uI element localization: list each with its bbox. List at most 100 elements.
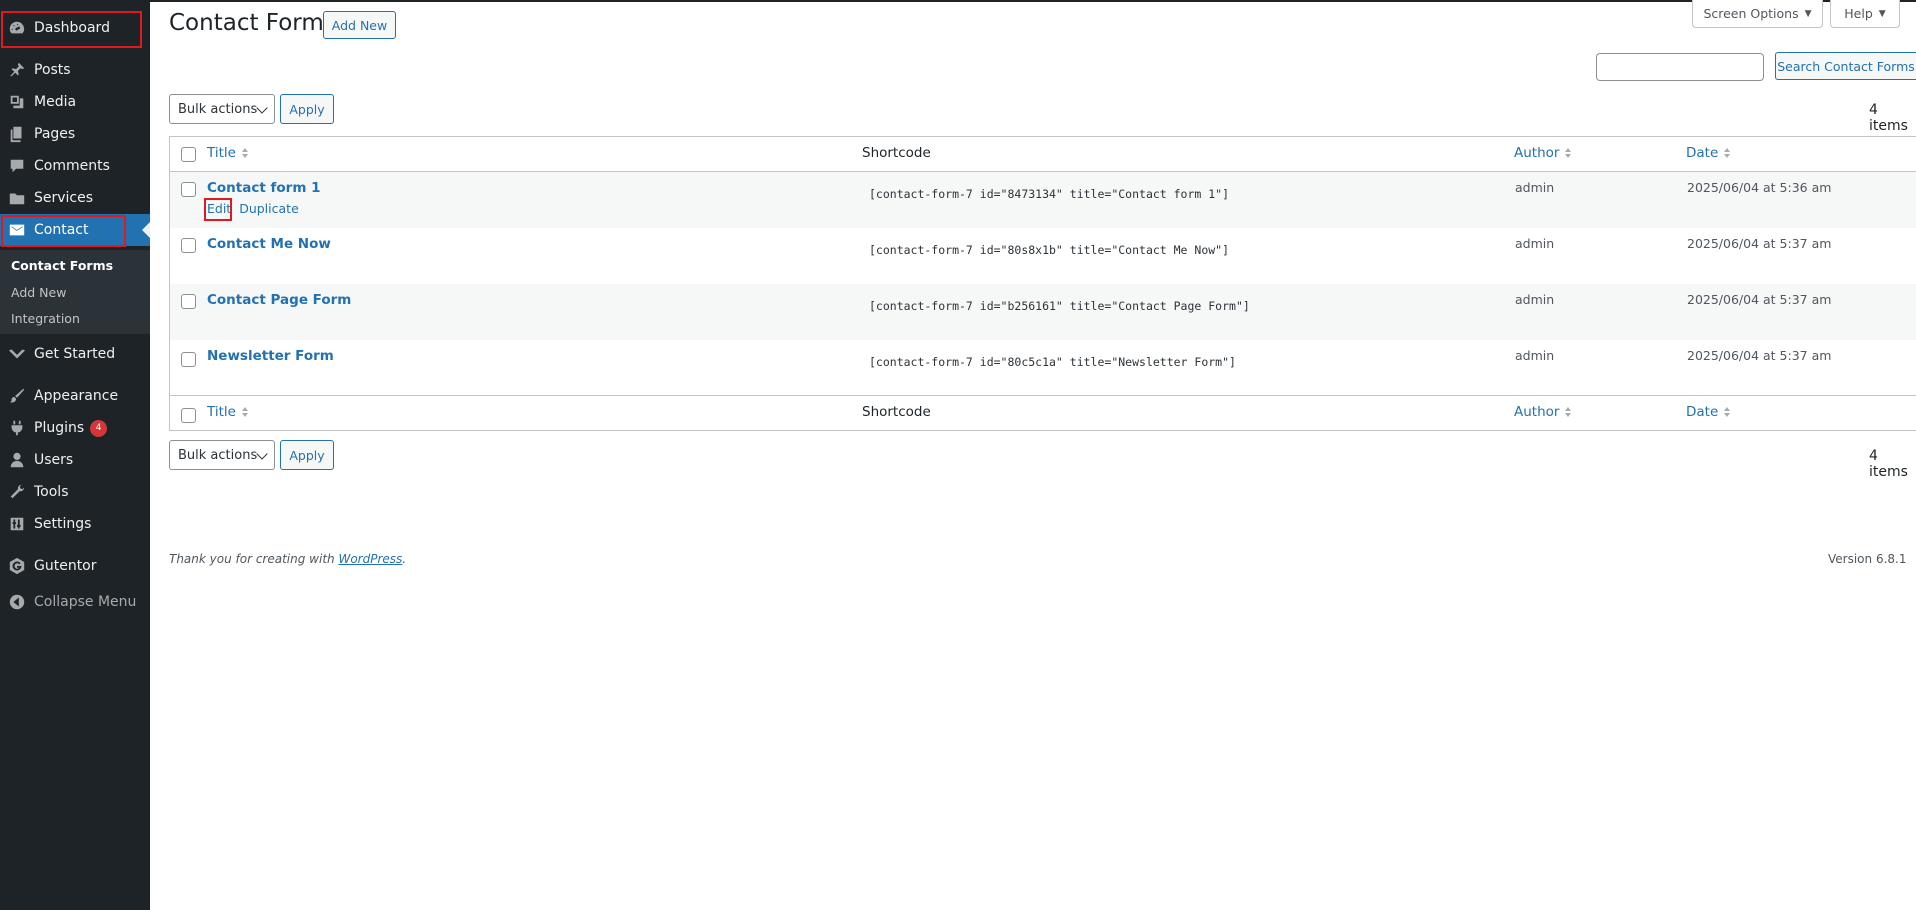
sidebar-item-label: Tools [34, 484, 69, 500]
sidebar-item-services[interactable]: Services [0, 182, 150, 214]
sidebar-item-label: Settings [34, 516, 92, 532]
column-date-header[interactable]: Date [1686, 145, 1731, 161]
pin-icon [0, 61, 34, 79]
footer-thanks: Thank you for creating with WordPress. [169, 552, 406, 566]
footer-thanks-suffix: . [402, 552, 407, 566]
screen-options-label: Screen Options [1703, 6, 1799, 21]
column-author-label: Author [1514, 404, 1560, 420]
gutentor-icon [0, 557, 34, 575]
submenu-integration[interactable]: Integration [11, 311, 80, 326]
author-text: admin [1515, 292, 1555, 307]
column-date-footer[interactable]: Date [1686, 404, 1731, 420]
search-contact-forms-button[interactable]: Search Contact Forms [1775, 52, 1916, 80]
sort-icon [1565, 148, 1572, 158]
row-checkbox[interactable] [181, 238, 196, 253]
collapse-menu-button[interactable]: Collapse Menu [0, 586, 150, 618]
row-title-link[interactable]: Contact Me Now [207, 236, 331, 252]
sidebar-item-get-started[interactable]: Get Started [0, 338, 150, 370]
column-title-header[interactable]: Title [207, 145, 248, 161]
sort-icon [1724, 148, 1731, 158]
author-text: admin [1515, 236, 1555, 251]
items-count-bottom: 4 items [1869, 448, 1908, 480]
comment-icon [0, 157, 34, 175]
submenu-add-new[interactable]: Add New [11, 285, 66, 300]
row-checkbox[interactable] [181, 352, 196, 367]
duplicate-link[interactable]: Duplicate [239, 201, 299, 216]
bulk-actions-select-top[interactable]: Bulk actions [169, 94, 275, 124]
pages-icon [0, 125, 34, 143]
chevron-logo-icon [0, 345, 34, 363]
sidebar-item-tools[interactable]: Tools [0, 476, 150, 508]
footer-thanks-prefix: Thank you for creating with [169, 552, 339, 566]
sidebar-item-label: Media [34, 94, 77, 110]
table-header-row: Title Shortcode Author Date [170, 137, 1916, 172]
column-author-label: Author [1514, 145, 1560, 161]
sidebar-item-settings[interactable]: Settings [0, 508, 150, 540]
bulk-actions-select-bottom[interactable]: Bulk actions [169, 440, 275, 470]
sidebar-item-pages[interactable]: Pages [0, 118, 150, 150]
column-author-header[interactable]: Author [1514, 145, 1572, 161]
sidebar-item-label: Comments [34, 158, 110, 174]
row-title-link[interactable]: Contact form 1 [207, 180, 320, 196]
dashboard-icon [0, 19, 34, 37]
chevron-down-icon [256, 448, 268, 460]
search-input[interactable] [1596, 53, 1764, 81]
date-text: 2025/06/04 at 5:37 am [1687, 348, 1832, 363]
apply-button-top[interactable]: Apply [280, 94, 334, 124]
row-actions: Edit Duplicate [207, 201, 299, 216]
plugins-update-badge: 4 [90, 419, 108, 437]
sort-icon [1724, 407, 1731, 417]
submenu-contact-forms[interactable]: Contact Forms [11, 258, 113, 273]
sidebar-item-appearance[interactable]: Appearance [0, 380, 150, 412]
help-button[interactable]: Help ▼ [1830, 0, 1900, 28]
footer-version: Version 6.8.1 [1828, 552, 1907, 566]
sidebar-item-label: Services [34, 190, 94, 206]
row-title-link[interactable]: Newsletter Form [207, 348, 334, 364]
column-title-footer[interactable]: Title [207, 404, 248, 420]
sidebar-item-users[interactable]: Users [0, 444, 150, 476]
table-row: Contact Me Now [contact-form-7 id="80s8x… [170, 228, 1916, 284]
screen-options-button[interactable]: Screen Options ▼ [1692, 0, 1823, 28]
column-author-footer[interactable]: Author [1514, 404, 1572, 420]
caret-down-icon: ▼ [1804, 8, 1812, 19]
settings-icon [0, 515, 34, 533]
contact-forms-table: Title Shortcode Author Date Contact form… [169, 136, 1916, 431]
admin-sidebar: Dashboard Posts Media Pages Comments Ser… [0, 0, 150, 910]
add-new-button[interactable]: Add New [323, 11, 396, 39]
shortcode-text: [contact-form-7 id="8473134" title="Cont… [869, 187, 1230, 201]
author-text: admin [1515, 180, 1555, 195]
author-text: admin [1515, 348, 1555, 363]
mail-icon [0, 221, 34, 239]
sidebar-item-label: Posts [34, 62, 71, 78]
wordpress-link[interactable]: WordPress [338, 552, 402, 566]
select-all-checkbox-bottom[interactable] [181, 408, 196, 423]
top-bar-edge [0, 0, 1916, 2]
table-footer-row: Title Shortcode Author Date [170, 396, 1916, 431]
sidebar-item-dashboard[interactable]: Dashboard [0, 12, 150, 44]
sidebar-item-media[interactable]: Media [0, 86, 150, 118]
sidebar-item-comments[interactable]: Comments [0, 150, 150, 182]
row-checkbox[interactable] [181, 182, 196, 197]
sidebar-item-label: Dashboard [34, 20, 110, 36]
bulk-actions-label: Bulk actions [178, 101, 258, 117]
row-checkbox[interactable] [181, 294, 196, 309]
date-text: 2025/06/04 at 5:36 am [1687, 180, 1832, 195]
items-count-top: 4 items [1869, 102, 1908, 134]
column-date-label: Date [1686, 404, 1719, 420]
select-all-checkbox[interactable] [181, 147, 196, 162]
chevron-down-icon [256, 102, 268, 114]
sidebar-item-gutentor[interactable]: Gutentor [0, 550, 150, 582]
sidebar-item-posts[interactable]: Posts [0, 54, 150, 86]
table-row: Newsletter Form [contact-form-7 id="80c5… [170, 340, 1916, 396]
row-title-link[interactable]: Contact Page Form [207, 292, 351, 308]
column-title-label: Title [207, 404, 236, 420]
sidebar-item-contact[interactable]: Contact [0, 214, 150, 246]
shortcode-text: [contact-form-7 id="b256161" title="Cont… [869, 299, 1250, 313]
sidebar-item-plugins[interactable]: Plugins 4 [0, 412, 150, 444]
sidebar-item-label: Get Started [34, 346, 116, 362]
edit-link[interactable]: Edit [207, 201, 231, 216]
sort-icon [1565, 407, 1572, 417]
page-title: Contact Forms [169, 10, 336, 36]
apply-button-bottom[interactable]: Apply [280, 440, 334, 470]
brush-icon [0, 387, 34, 405]
